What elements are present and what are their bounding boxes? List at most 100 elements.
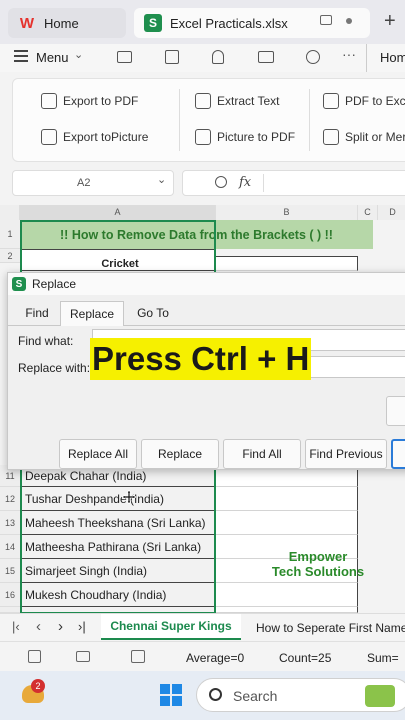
replace-button[interactable]: Replace xyxy=(141,439,219,469)
table-view-icon[interactable] xyxy=(76,651,90,662)
more-icon[interactable]: ··· xyxy=(342,46,356,62)
ribbon-panel: Export to PDF Export toPicture Extract T… xyxy=(12,78,405,162)
row-header[interactable]: 2 xyxy=(0,249,20,263)
row-header[interactable]: 15 xyxy=(0,559,20,583)
options-button[interactable] xyxy=(386,396,405,426)
sheet-title-cell[interactable]: !! How to Remove Data from the Brackets … xyxy=(20,220,373,249)
taskbar-search[interactable]: Search xyxy=(196,678,405,712)
replace-all-button[interactable]: Replace All xyxy=(59,439,137,469)
format-painter-icon[interactable] xyxy=(212,50,224,64)
zoom-icon[interactable] xyxy=(215,176,227,188)
extract-text-button[interactable]: Extract Text xyxy=(195,93,279,109)
notification-badge: 2 xyxy=(31,679,45,693)
excel-window: W Home S Excel Practicals.xlsx + Menu ⌄ … xyxy=(0,0,405,720)
folder-icon[interactable] xyxy=(117,51,132,63)
pdf-to-excel-button[interactable]: PDF to Exce xyxy=(323,93,405,109)
find-what-label: Find what: xyxy=(18,334,74,348)
table-cell[interactable]: Simarjeet Singh (India) xyxy=(20,559,216,583)
home-menu-tab[interactable]: Hom xyxy=(380,50,405,65)
split-merge-icon xyxy=(323,129,339,145)
column-header-d[interactable]: D xyxy=(378,205,405,220)
tab-home[interactable]: W Home xyxy=(8,8,126,38)
fx-label[interactable]: fx xyxy=(239,175,251,190)
menu-button[interactable]: Menu xyxy=(36,50,69,65)
watermark-line-1: Empower xyxy=(288,549,348,564)
table-cell[interactable]: Tushar Deshpande (India) xyxy=(20,487,216,511)
row-header[interactable]: 14 xyxy=(0,535,20,559)
export-picture-button[interactable]: Export toPicture xyxy=(41,129,148,145)
sheet-tab[interactable]: How to Seperate First Name xyxy=(256,621,405,635)
print-icon[interactable] xyxy=(258,51,274,63)
row-header[interactable]: 16 xyxy=(0,583,20,607)
ribbon-divider xyxy=(309,89,310,151)
select-all-corner[interactable] xyxy=(0,205,20,220)
tab-find[interactable]: Find xyxy=(18,301,56,325)
name-box[interactable]: A2 ⌄ xyxy=(12,170,174,196)
spreadsheet-logo-icon: S xyxy=(144,14,162,32)
title-tab-bar: W Home S Excel Practicals.xlsx + xyxy=(0,0,405,44)
row-header[interactable]: 13 xyxy=(0,511,20,535)
menu-row: Menu ⌄ ··· Hom xyxy=(0,44,405,72)
move-cursor-icon xyxy=(121,489,137,505)
table-cell[interactable]: Maheesh Theekshana (Sri Lanka) xyxy=(20,511,216,535)
column-header-b[interactable]: B xyxy=(216,205,358,220)
prev-sheet-icon[interactable]: ‹ xyxy=(36,618,41,635)
last-sheet-icon[interactable]: ›| xyxy=(78,619,86,634)
find-previous-button[interactable]: Find Previous xyxy=(305,439,387,469)
tab-excel-file[interactable]: S Excel Practicals.xlsx xyxy=(134,8,370,38)
watermark: Empower Tech Solutions xyxy=(248,549,388,579)
search-highlight-icon xyxy=(365,685,395,707)
next-sheet-icon[interactable]: › xyxy=(58,618,63,635)
save-icon[interactable] xyxy=(165,50,179,64)
wps-logo-icon: W xyxy=(19,14,35,32)
os-taskbar: 2 Search xyxy=(0,671,405,720)
calendar-icon[interactable] xyxy=(28,650,41,663)
hamburger-icon[interactable] xyxy=(14,50,28,62)
chevron-down-icon[interactable]: ⌄ xyxy=(157,173,166,186)
spreadsheet-logo-icon: S xyxy=(12,277,26,291)
status-sum: Sum= xyxy=(367,651,399,665)
table-cell[interactable] xyxy=(216,511,358,535)
sheet-tab-bar: |‹ ‹ › ›| Chennai Super Kings How to Sep… xyxy=(0,613,405,641)
column-header-a[interactable]: A xyxy=(20,205,216,220)
table-cell[interactable]: Matheesha Pathirana (Sri Lanka) xyxy=(20,535,216,559)
formula-input[interactable]: fx xyxy=(182,170,405,196)
new-tab-button[interactable]: + xyxy=(384,10,396,33)
export-picture-label: Export toPicture xyxy=(63,130,149,144)
picture-to-pdf-label: Picture to PDF xyxy=(217,130,296,144)
table-cell[interactable] xyxy=(216,487,358,511)
column-header-c[interactable]: C xyxy=(358,205,378,220)
find-all-button[interactable]: Find All xyxy=(223,439,301,469)
row-header[interactable]: 12 xyxy=(0,487,20,511)
dialog-title-bar: S Replace xyxy=(8,273,405,295)
print-preview-icon[interactable] xyxy=(306,50,320,64)
tab-replace[interactable]: Replace xyxy=(60,301,124,326)
tab-file-label: Excel Practicals.xlsx xyxy=(170,15,288,31)
find-next-button[interactable] xyxy=(391,439,405,469)
replace-with-label: Replace with: xyxy=(18,361,91,375)
window-icon[interactable] xyxy=(320,15,332,25)
sheet-tab-active[interactable]: Chennai Super Kings xyxy=(101,614,241,640)
status-count: Count=25 xyxy=(279,651,332,665)
ribbon-divider xyxy=(179,89,180,151)
export-pdf-button[interactable]: Export to PDF xyxy=(41,93,138,109)
picture-to-pdf-button[interactable]: Picture to PDF xyxy=(195,129,295,145)
extract-text-icon xyxy=(195,93,211,109)
chevron-down-icon[interactable]: ⌄ xyxy=(74,48,83,61)
first-sheet-icon[interactable]: |‹ xyxy=(12,619,20,634)
extract-text-label: Extract Text xyxy=(217,94,280,108)
row-header[interactable]: 1 xyxy=(0,220,20,249)
close-dot-icon[interactable] xyxy=(346,18,352,24)
table-cell[interactable] xyxy=(216,583,358,607)
windows-start-icon[interactable] xyxy=(160,684,182,706)
table-cell[interactable] xyxy=(216,256,358,271)
search-icon xyxy=(209,688,222,701)
split-merge-button[interactable]: Split or Mer xyxy=(323,129,405,145)
table-cell[interactable]: Mukesh Choudhary (India) xyxy=(20,583,216,607)
edit-icon[interactable] xyxy=(131,650,145,663)
header-cell[interactable]: Cricket xyxy=(20,249,216,271)
picture-export-icon xyxy=(41,129,57,145)
tab-goto[interactable]: Go To xyxy=(128,301,178,325)
picture-to-pdf-icon xyxy=(195,129,211,145)
split-merge-label: Split or Mer xyxy=(345,130,405,144)
